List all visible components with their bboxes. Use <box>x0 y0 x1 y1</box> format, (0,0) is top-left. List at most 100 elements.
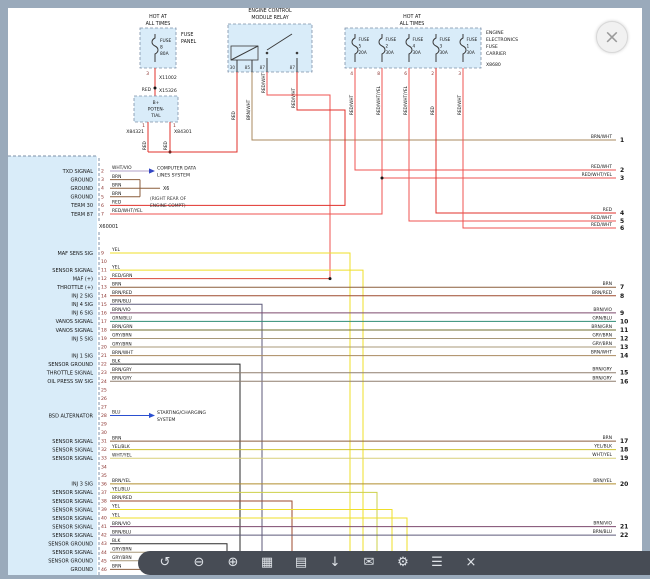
grid-view-icon[interactable]: ▦ <box>250 551 284 575</box>
bplus-label: TIAL <box>150 113 161 119</box>
zoom-in-icon[interactable]: ⊕ <box>216 551 250 575</box>
wire-color-label: BRN/GRN <box>112 324 133 330</box>
wire-color-label: BRN/WHT <box>112 350 133 356</box>
wire-color-label: RED/WHT <box>457 95 462 115</box>
pin-number: 7 <box>101 212 104 218</box>
fuse-panel-label: FUSE <box>181 32 193 38</box>
wire-color-label: RED <box>112 200 122 206</box>
close-button[interactable]: × <box>596 21 628 53</box>
pin-number: 16 <box>101 310 107 316</box>
exit-wire-label: GRY/BRN <box>592 333 612 339</box>
bplus-label: B+ <box>153 100 160 106</box>
app-window: { "window": { "close_glyph": "×" }, "too… <box>0 0 650 575</box>
ecm-signal-label: GROUND <box>70 567 93 573</box>
pin-number: 11 <box>101 268 107 274</box>
exit-number: 13 <box>620 344 628 351</box>
settings-icon[interactable]: ⚙ <box>386 551 420 575</box>
ecm-signal-label: INJ 1 SIG <box>71 353 93 359</box>
close-panel-icon[interactable]: × <box>454 551 488 575</box>
junction-dot <box>154 87 157 90</box>
wire-color-label: GRY/BRN <box>112 555 132 561</box>
wire-color-label: BRN <box>112 182 121 188</box>
pin-number: 38 <box>101 498 107 504</box>
pin-number: 34 <box>101 464 107 470</box>
label: 3 <box>440 44 443 49</box>
pin-number: 3 <box>101 177 104 183</box>
wire-color-label: BRN/BLU <box>112 299 131 305</box>
hot-at-all-times-label: ALL TIMES <box>146 21 171 27</box>
wire-color-label: BLK <box>112 358 120 364</box>
fuse-carrier-label: FUSE <box>486 44 498 50</box>
menu-icon[interactable]: ☰ <box>420 551 454 575</box>
label: FUSE <box>359 37 370 42</box>
pin-number: 1 <box>173 123 176 129</box>
pin-number: 42 <box>101 533 107 539</box>
ecm-signal-label: SENSOR SIGNAL <box>52 499 93 505</box>
wire-color-label: RED/WHT <box>349 95 354 115</box>
ecm-signal-label: THROTTLE (+) <box>56 285 93 291</box>
ecm-signal-label: SENSOR SIGNAL <box>52 524 93 530</box>
email-icon[interactable]: ✉ <box>352 551 386 575</box>
connector-label: X11002 <box>159 75 177 81</box>
wire-color-label: RED/WHT <box>291 88 296 108</box>
ecm-signal-label: INJ 2 SIG <box>71 294 93 300</box>
pin-number: 13 <box>101 285 107 291</box>
fuse-panel-label: PANEL <box>181 39 196 45</box>
pin-number: 6 <box>404 71 407 77</box>
pin-number: 44 <box>101 550 107 556</box>
computer-data-note: LINES SYSTEM <box>157 173 190 179</box>
wire-color-label: BLK <box>112 538 120 544</box>
engine-compt-note: ENGINE COMPT) <box>150 203 186 209</box>
connector-label: X8680 <box>486 62 501 68</box>
pin-number: 28 <box>101 413 107 419</box>
junction-label: X15326 <box>159 88 177 94</box>
pin-number: 39 <box>101 507 107 513</box>
zoom-out-icon[interactable]: ⊖ <box>182 551 216 575</box>
wire-color-label: RED <box>163 141 168 150</box>
wire-color-label: WHT/VIO <box>112 165 132 171</box>
pin-number: 31 <box>101 439 107 445</box>
wire-color-label: YEL/BLK <box>111 444 130 450</box>
download-icon[interactable]: ↓ <box>318 551 352 575</box>
exit-number: 21 <box>620 524 628 531</box>
exit-wire-label: RED/WHT <box>591 164 612 170</box>
pin-number: 4 <box>101 186 104 192</box>
wire-color-label: BLU <box>112 410 120 416</box>
pin-number: 46 <box>101 567 107 573</box>
ecm-signal-label: SENSOR SIGNAL <box>52 516 93 522</box>
exit-number: 22 <box>620 532 628 539</box>
ecm-signal-label: MAF (+) <box>73 276 93 282</box>
fuse-carrier-label: ELECTRONICS <box>486 37 518 43</box>
hot-at-all-times-label: HOT AT <box>149 14 167 20</box>
pin-number: 10 <box>101 259 107 265</box>
pin-number: 43 <box>101 541 107 547</box>
exit-wire-label: BRN/BLU <box>593 529 612 535</box>
exit-number: 2 <box>620 167 624 174</box>
ecm-signal-label: GROUND <box>70 195 93 201</box>
pin-number: 20 <box>101 345 107 351</box>
exit-number: 14 <box>620 353 628 360</box>
junction-dot <box>381 177 384 180</box>
label: 20A <box>359 50 367 55</box>
wire-color-label: YEL/BLU <box>111 487 130 493</box>
exit-number: 4 <box>620 210 624 217</box>
exit-number: 5 <box>620 218 624 225</box>
ecm-signal-label: TERM 30 <box>70 203 93 209</box>
ecm-signal-label: SENSOR SIGNAL <box>52 439 93 445</box>
junction-dot <box>329 277 332 280</box>
pin-number: 6 <box>101 203 104 209</box>
label: 8 <box>160 45 163 51</box>
relay-pin-number: 87 <box>260 65 266 70</box>
frame-right <box>642 0 650 575</box>
page-view-icon[interactable]: ▤ <box>284 551 318 575</box>
charging-note: STARTING/CHARGING <box>157 410 206 416</box>
pin-number: 4 <box>350 71 353 77</box>
ecm-signal-label: SENSOR GROUND <box>48 542 93 548</box>
ground-connector-label: X6 <box>163 186 169 192</box>
pin-number: 24 <box>101 379 107 385</box>
rotate-icon[interactable]: ↺ <box>148 551 182 575</box>
pin-number: 32 <box>101 447 107 453</box>
ecm-signal-label: OIL PRESS SW SIG <box>47 379 93 385</box>
wire-color-label: BRN/BLU <box>112 529 131 535</box>
wire-color-label: GRY/BRN <box>112 341 132 347</box>
